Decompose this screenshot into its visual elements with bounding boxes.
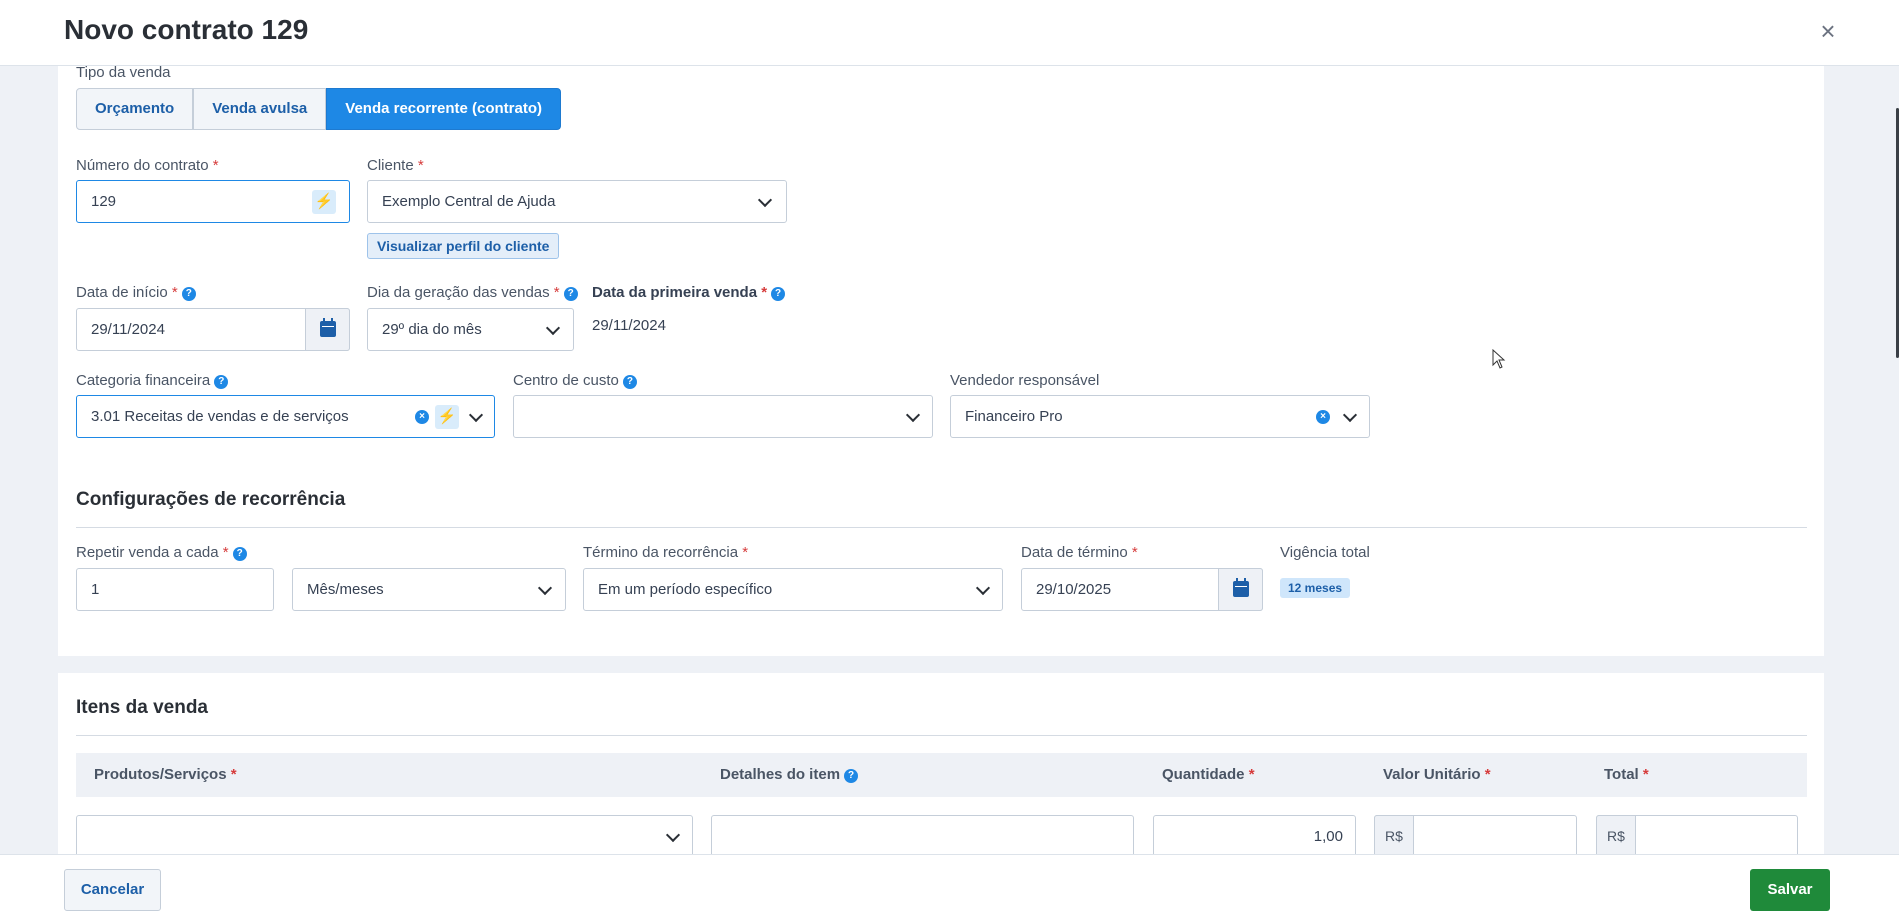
save-button[interactable]: Salvar bbox=[1750, 869, 1830, 911]
help-icon[interactable]: ? bbox=[563, 287, 578, 301]
section-divider bbox=[76, 735, 1807, 736]
column-header-total: Total * bbox=[1604, 766, 1649, 783]
recurrence-end-label: Término da recorrência * bbox=[583, 544, 749, 561]
quantity-value: 1,00 bbox=[1313, 828, 1343, 845]
repeat-interval-value: 1 bbox=[91, 581, 100, 598]
clear-icon[interactable]: × bbox=[415, 410, 429, 424]
total-validity-label: Vigência total bbox=[1280, 544, 1370, 561]
column-header-unit-value: Valor Unitário * bbox=[1383, 766, 1491, 783]
currency-prefix: R$ bbox=[1374, 815, 1414, 858]
recurrence-end-value: Em um período específico bbox=[598, 581, 773, 598]
help-icon[interactable]: ? bbox=[844, 769, 859, 783]
help-icon[interactable]: ? bbox=[214, 375, 229, 389]
client-label: Cliente * bbox=[367, 157, 424, 174]
currency-prefix: R$ bbox=[1596, 815, 1636, 858]
chevron-down-icon bbox=[544, 321, 562, 339]
repeat-label: Repetir venda a cada *? bbox=[76, 544, 247, 561]
chevron-down-icon bbox=[664, 828, 682, 846]
recurrence-section-title: Configurações de recorrência bbox=[76, 489, 346, 510]
start-date-calendar-button[interactable] bbox=[305, 308, 350, 351]
auto-number-icon[interactable]: ⚡ bbox=[312, 190, 336, 214]
column-header-products: Produtos/Serviços * bbox=[94, 766, 237, 783]
seller-label: Vendedor responsável bbox=[950, 372, 1100, 389]
calendar-icon bbox=[320, 318, 336, 337]
category-select[interactable]: 3.01 Receitas de vendas e de serviços × … bbox=[76, 395, 495, 438]
help-icon[interactable]: ? bbox=[771, 287, 786, 301]
help-icon[interactable]: ? bbox=[622, 375, 637, 389]
sale-type-single-button[interactable]: Venda avulsa bbox=[193, 88, 327, 130]
recurrence-end-select[interactable]: Em um período específico bbox=[583, 568, 1003, 611]
items-section-title: Itens da venda bbox=[76, 697, 208, 718]
seller-select[interactable]: Financeiro Pro × bbox=[950, 395, 1370, 438]
total-validity-badge: 12 meses bbox=[1280, 578, 1351, 598]
modal-footer: Cancelar Salvar bbox=[0, 854, 1899, 924]
sale-type-segmented: Orçamento Venda avulsa Venda recorrente … bbox=[76, 88, 561, 130]
close-icon[interactable]: × bbox=[1815, 18, 1841, 44]
cancel-button[interactable]: Cancelar bbox=[64, 869, 161, 911]
modal-header: Novo contrato 129 × bbox=[0, 0, 1899, 66]
unit-value-input[interactable]: R$ bbox=[1374, 815, 1577, 858]
seller-value: Financeiro Pro bbox=[965, 408, 1063, 425]
chevron-down-icon bbox=[467, 408, 485, 426]
contract-number-label: Número do contrato * bbox=[76, 157, 219, 174]
product-select[interactable] bbox=[76, 815, 693, 858]
quantity-input[interactable]: 1,00 bbox=[1153, 815, 1356, 858]
cost-center-label: Centro de custo? bbox=[513, 372, 637, 389]
generation-day-value: 29º dia do mês bbox=[382, 321, 482, 338]
repeat-unit-select[interactable]: Mês/meses bbox=[292, 568, 566, 611]
end-date-calendar-button[interactable] bbox=[1218, 568, 1263, 611]
chevron-down-icon bbox=[1341, 408, 1359, 426]
sale-type-label: Tipo da venda bbox=[76, 64, 171, 81]
end-date-label: Data de término * bbox=[1021, 544, 1138, 561]
help-icon[interactable]: ? bbox=[181, 287, 196, 301]
start-date-value: 29/11/2024 bbox=[91, 321, 165, 338]
items-table-header: Produtos/Serviços * Detalhes do item? Qu… bbox=[76, 753, 1807, 797]
category-label: Categoria financeira? bbox=[76, 372, 229, 389]
view-client-profile-button[interactable]: Visualizar perfil do cliente bbox=[367, 233, 560, 259]
category-value: 3.01 Receitas de vendas e de serviços bbox=[91, 408, 349, 425]
total-input[interactable]: R$ bbox=[1596, 815, 1798, 858]
chevron-down-icon bbox=[974, 581, 992, 599]
repeat-interval-input[interactable]: 1 bbox=[76, 568, 274, 611]
mouse-cursor bbox=[1484, 333, 1506, 369]
help-icon[interactable]: ? bbox=[232, 547, 247, 561]
section-divider bbox=[76, 527, 1807, 528]
end-date-input[interactable]: 29/10/2025 bbox=[1021, 568, 1263, 611]
item-details-input[interactable] bbox=[711, 815, 1134, 858]
generation-day-label: Dia da geração das vendas *? bbox=[367, 284, 578, 301]
client-select[interactable]: Exemplo Central de Ajuda bbox=[367, 180, 787, 223]
page-title: Novo contrato 129 bbox=[64, 14, 309, 45]
chevron-down-icon bbox=[904, 408, 922, 426]
end-date-value: 29/10/2025 bbox=[1036, 581, 1112, 598]
start-date-label: Data de início *? bbox=[76, 284, 196, 301]
first-sale-value: 29/11/2024 bbox=[592, 317, 666, 334]
column-header-details: Detalhes do item? bbox=[720, 766, 859, 783]
calendar-icon bbox=[1233, 578, 1249, 597]
auto-category-icon[interactable]: ⚡ bbox=[435, 405, 459, 429]
chevron-down-icon bbox=[756, 193, 774, 211]
column-header-quantity: Quantidade * bbox=[1162, 766, 1255, 783]
repeat-unit-value: Mês/meses bbox=[307, 581, 384, 598]
sale-type-budget-button[interactable]: Orçamento bbox=[76, 88, 194, 130]
start-date-input[interactable]: 29/11/2024 bbox=[76, 308, 350, 351]
chevron-down-icon bbox=[536, 581, 554, 599]
first-sale-label: Data da primeira venda *? bbox=[592, 284, 786, 301]
cost-center-select[interactable] bbox=[513, 395, 933, 438]
clear-icon[interactable]: × bbox=[1316, 410, 1330, 424]
generation-day-select[interactable]: 29º dia do mês bbox=[367, 308, 574, 351]
contract-number-input[interactable]: 129 ⚡ bbox=[76, 180, 350, 223]
contract-number-value: 129 bbox=[91, 193, 117, 210]
client-value: Exemplo Central de Ajuda bbox=[382, 193, 556, 210]
sale-type-recurring-button[interactable]: Venda recorrente (contrato) bbox=[326, 88, 561, 130]
